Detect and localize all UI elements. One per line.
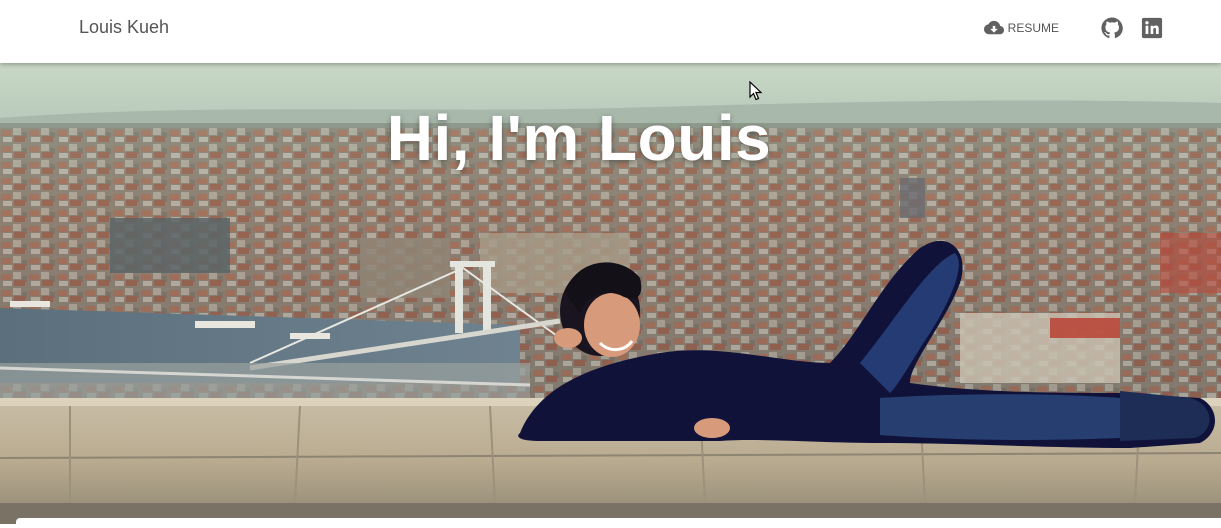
cloud-download-icon (983, 20, 1004, 35)
nav-links: RESUME (983, 16, 1163, 40)
brand-link[interactable]: Louis Kueh (79, 17, 169, 38)
content-card-top-edge (16, 518, 1221, 528)
hero-section: Hi, I'm Louis (0, 63, 1221, 524)
top-navbar: Louis Kueh RESUME (0, 0, 1221, 63)
hero-title: Hi, I'm Louis (386, 102, 772, 174)
linkedin-icon (1141, 17, 1163, 39)
github-link[interactable] (1101, 17, 1123, 39)
resume-label: RESUME (1007, 21, 1059, 35)
mouse-cursor-icon (749, 81, 763, 101)
github-icon (1101, 17, 1123, 39)
resume-link[interactable]: RESUME (983, 20, 1059, 36)
linkedin-link[interactable] (1141, 17, 1163, 39)
